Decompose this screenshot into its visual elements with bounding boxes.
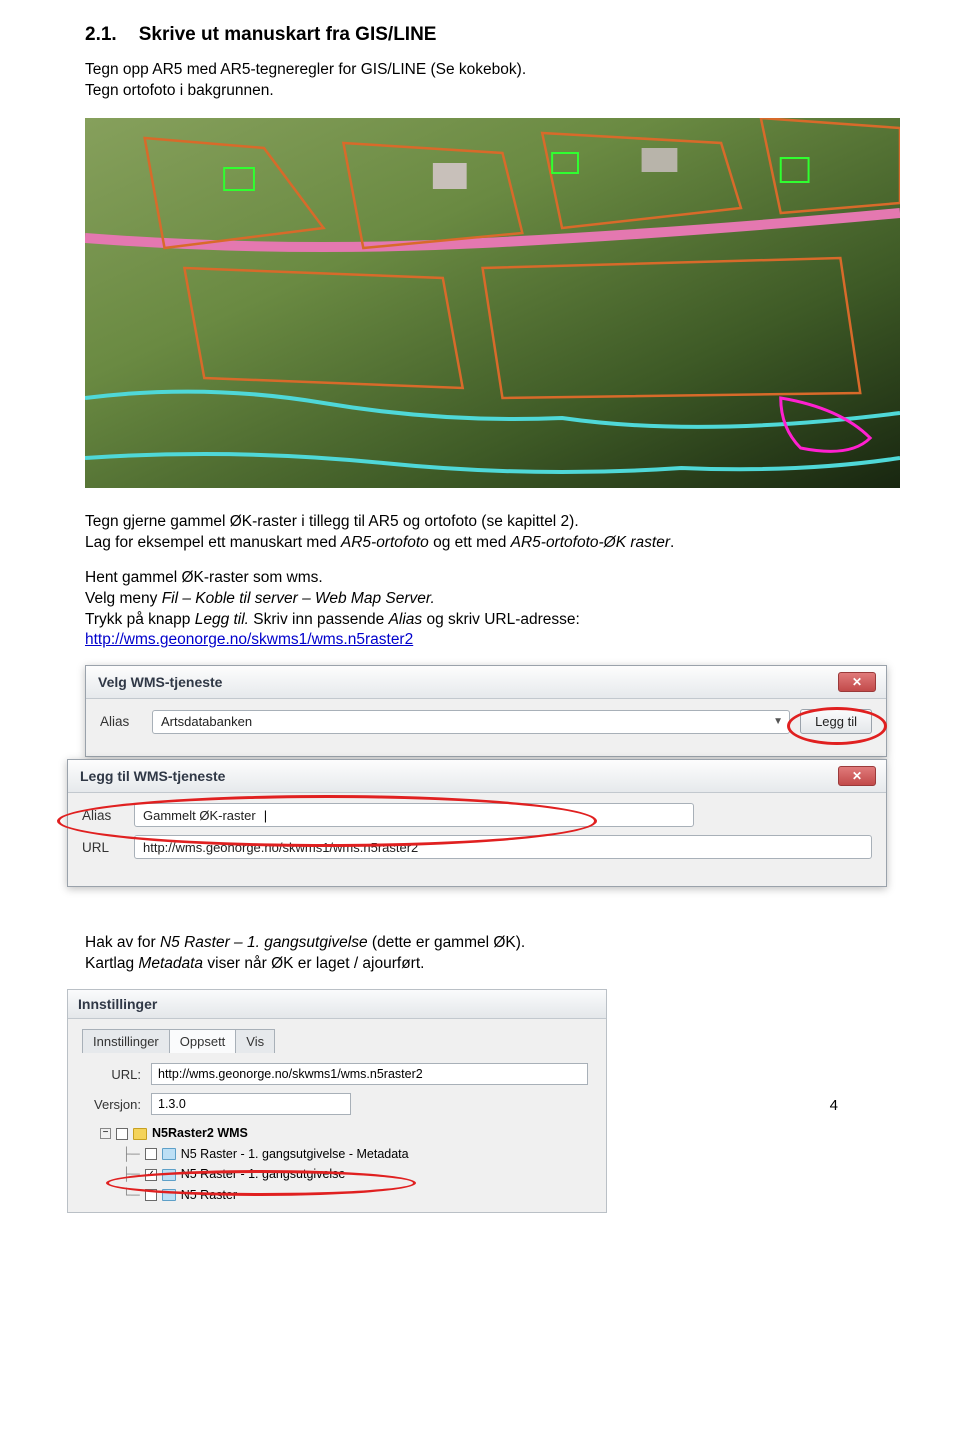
dialog-legg-til-wms: Legg til WMS-tjeneste ✕ Alias Gammelt ØK… — [67, 759, 887, 887]
tree-layer2-label: N5 Raster - 1. gangsutgivelse — [181, 1164, 346, 1185]
dialog2-alias-label: Alias — [82, 808, 124, 823]
tree-root-label: N5Raster2 WMS — [152, 1123, 248, 1144]
dialog1-alias-value: Artsdatabanken — [161, 714, 252, 729]
section-heading: 2.1. Skrive ut manuskart fra GIS/LINE — [85, 24, 900, 46]
paragraph-raster: Tegn gjerne gammel ØK-raster i tillegg t… — [85, 512, 900, 554]
bt-d: viser når ØK er laget / ajourført. — [203, 955, 424, 972]
tree-layer3-label: N5 Raster — [181, 1185, 237, 1206]
dialog2-url-input[interactable]: http://wms.geonorge.no/skwms1/wms.n5rast… — [134, 835, 872, 859]
checkbox-n5raster[interactable] — [145, 1189, 157, 1201]
p2-italic-1: Fil – Koble til server – Web Map Server. — [162, 590, 435, 607]
dialog1-titlebar: Velg WMS-tjeneste ✕ — [86, 666, 886, 699]
settings-title: Innstillinger — [68, 990, 606, 1019]
folder-icon — [133, 1128, 147, 1140]
dialog2-title-text: Legg til WMS-tjeneste — [80, 768, 225, 784]
p2-italic-2: Legg til. — [195, 611, 249, 628]
dialog1-alias-combo[interactable]: Artsdatabanken ▼ — [152, 710, 790, 734]
intro-line-1: Tegn opp AR5 med AR5-tegneregler for GIS… — [85, 61, 526, 78]
bt-b: (dette er gammel ØK). — [368, 934, 526, 951]
p2d: Skriv inn passende — [249, 611, 389, 628]
section-number: 2.1. — [85, 24, 117, 46]
checkbox-gangsutgivelse[interactable]: ✓ — [145, 1169, 157, 1181]
legg-til-button[interactable]: Legg til — [800, 709, 872, 734]
tree-layer-gangsutgivelse[interactable]: ├─ ✓ N5 Raster - 1. gangsutgivelse — [122, 1164, 588, 1185]
dialog-velg-wms: Velg WMS-tjeneste ✕ Alias Artsdatabanken… — [85, 665, 887, 757]
paragraph-wms: Hent gammel ØK-raster som wms. Velg meny… — [85, 568, 900, 652]
layer-icon — [162, 1189, 176, 1201]
dialog1-alias-label: Alias — [100, 714, 142, 729]
chevron-down-icon: ▼ — [773, 716, 783, 727]
p2-italic-3: Alias — [389, 611, 423, 628]
settings-panel: Innstillinger Innstillinger Oppsett Vis … — [67, 989, 607, 1213]
p2a: Hent gammel ØK-raster som wms. — [85, 569, 323, 586]
tab-row: Innstillinger Oppsett Vis — [82, 1029, 592, 1053]
tree-root[interactable]: − N5Raster2 WMS — [100, 1123, 588, 1144]
p1b: Lag for eksempel ett manuskart med — [85, 534, 341, 551]
bt-a: Hak av for — [85, 934, 160, 951]
p1a: Tegn gjerne gammel ØK-raster i tillegg t… — [85, 513, 579, 530]
map-orthophoto-figure — [85, 118, 900, 488]
settings-version-input[interactable]: 1.3.0 — [151, 1093, 351, 1115]
tree-layer1-label: N5 Raster - 1. gangsutgivelse - Metadata — [181, 1144, 409, 1165]
settings-url-input[interactable]: http://wms.geonorge.no/skwms1/wms.n5rast… — [151, 1063, 588, 1085]
dialog2-alias-input[interactable]: Gammelt ØK-raster | — [134, 803, 694, 827]
checkbox-metadata[interactable] — [145, 1148, 157, 1160]
settings-url-label: URL: — [86, 1067, 141, 1082]
settings-version-label: Versjon: — [86, 1097, 141, 1112]
dialog2-alias-value: Gammelt ØK-raster — [143, 808, 256, 823]
intro-text: Tegn opp AR5 med AR5-tegneregler for GIS… — [85, 60, 900, 102]
p1-italic-1: AR5-ortofoto — [341, 534, 429, 551]
p1c: og ett med — [429, 534, 511, 551]
bt-italic-1: N5 Raster – 1. gangsutgivelse — [160, 934, 368, 951]
tree-layer-n5raster[interactable]: └─ N5 Raster — [122, 1185, 588, 1206]
settings-url-value: http://wms.geonorge.no/skwms1/wms.n5rast… — [158, 1067, 423, 1081]
layer-tree: − N5Raster2 WMS ├─ N5 Raster - 1. gangsu… — [100, 1123, 588, 1206]
p2c: Trykk på knapp — [85, 611, 195, 628]
p1-italic-2: AR5-ortofoto-ØK raster — [511, 534, 670, 551]
dialog2-url-value: http://wms.geonorge.no/skwms1/wms.n5rast… — [143, 840, 418, 855]
wms-url-link[interactable]: http://wms.geonorge.no/skwms1/wms.n5rast… — [85, 631, 413, 648]
dialog-stack-figure: Velg WMS-tjeneste ✕ Alias Artsdatabanken… — [67, 665, 900, 895]
bt-italic-2: Metadata — [138, 955, 203, 972]
dialog2-url-label: URL — [82, 840, 124, 855]
p2e: og skriv URL-adresse: — [422, 611, 580, 628]
collapse-icon[interactable]: − — [100, 1128, 111, 1139]
settings-version-value: 1.3.0 — [158, 1097, 186, 1111]
page-number: 4 — [830, 1097, 838, 1114]
section-title: Skrive ut manuskart fra GIS/LINE — [139, 24, 437, 46]
intro-line-2: Tegn ortofoto i bakgrunnen. — [85, 82, 274, 99]
checkbox-root[interactable] — [116, 1128, 128, 1140]
tab-innstillinger[interactable]: Innstillinger — [82, 1029, 170, 1053]
bt-c: Kartlag — [85, 955, 138, 972]
layer-icon — [162, 1169, 176, 1181]
tree-layer-metadata[interactable]: ├─ N5 Raster - 1. gangsutgivelse - Metad… — [122, 1144, 588, 1165]
p1d: . — [670, 534, 674, 551]
close-icon[interactable]: ✕ — [838, 672, 876, 692]
dialog1-title-text: Velg WMS-tjeneste — [98, 674, 222, 690]
dialog2-titlebar: Legg til WMS-tjeneste ✕ — [68, 760, 886, 793]
layer-icon — [162, 1148, 176, 1160]
tab-oppsett[interactable]: Oppsett — [169, 1029, 237, 1053]
tab-vis[interactable]: Vis — [235, 1029, 275, 1053]
close-icon[interactable]: ✕ — [838, 766, 876, 786]
bottom-paragraph: Hak av for N5 Raster – 1. gangsutgivelse… — [85, 933, 900, 975]
p2b: Velg meny — [85, 590, 162, 607]
